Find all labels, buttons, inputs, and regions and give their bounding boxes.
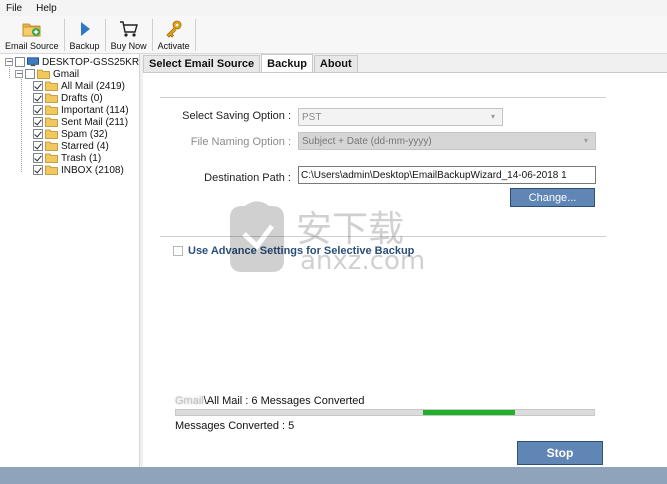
- folder-label: All Mail (2419): [61, 80, 125, 92]
- tree-root[interactable]: − DESKTOP-GSS25KR: [5, 56, 139, 68]
- activate-label: Activate: [157, 41, 190, 51]
- folder-label: Sent Mail (211): [61, 116, 129, 128]
- conversion-status: Gmail\All Mail : 6 Messages Converted: [175, 395, 365, 407]
- play-arrow-icon: [80, 22, 90, 36]
- activate-button[interactable]: Activate: [153, 16, 195, 54]
- shopping-cart-icon: [119, 21, 138, 37]
- saving-option-label: Select Saving Option :: [182, 110, 291, 122]
- folder-checkbox[interactable]: [33, 105, 43, 115]
- naming-option-select[interactable]: Subject + Date (dd-mm-yyyy) ▾: [298, 132, 596, 150]
- tree-folder[interactable]: Trash (1): [33, 152, 101, 164]
- advance-settings-label: Use Advance Settings for Selective Backu…: [188, 245, 415, 257]
- folder-label: Drafts (0): [61, 92, 103, 104]
- folder-label: Spam (32): [61, 128, 108, 140]
- folder-checkbox[interactable]: [33, 93, 43, 103]
- tree-account-gmail[interactable]: − Gmail: [15, 68, 79, 80]
- folder-add-icon: [22, 23, 41, 37]
- tree-folder[interactable]: Drafts (0): [33, 92, 103, 104]
- folder-checkbox[interactable]: [33, 165, 43, 175]
- tab-backup[interactable]: Backup: [261, 54, 313, 72]
- tree-folder[interactable]: Starred (4): [33, 140, 109, 152]
- folder-icon: [45, 93, 58, 103]
- buy-now-button[interactable]: Buy Now: [106, 16, 152, 54]
- divider: [160, 97, 606, 98]
- change-button[interactable]: Change...: [510, 188, 595, 207]
- tree-folder[interactable]: INBOX (2108): [33, 164, 124, 176]
- folder-icon: [45, 129, 58, 139]
- folder-icon: [45, 153, 58, 163]
- root-label: DESKTOP-GSS25KR: [42, 56, 140, 68]
- advance-settings-option[interactable]: Use Advance Settings for Selective Backu…: [173, 245, 414, 257]
- menu-help[interactable]: Help: [36, 3, 57, 14]
- folder-label: Important (114): [61, 104, 129, 116]
- buy-now-label: Buy Now: [110, 41, 147, 51]
- tab-select-email-source[interactable]: Select Email Source: [143, 55, 261, 72]
- tree-folder[interactable]: Sent Mail (211): [33, 116, 128, 128]
- naming-option-label: File Naming Option :: [190, 136, 291, 148]
- saving-option-value: PST: [302, 111, 322, 123]
- status-account: Gmail: [175, 395, 204, 407]
- status-bar: [0, 467, 667, 484]
- key-icon: [166, 20, 181, 38]
- folder-tree: − DESKTOP-GSS25KR − Gmail All Mail (2419…: [0, 54, 140, 467]
- toolbar: Email Source Backup Buy Now Activate: [0, 16, 667, 54]
- tab-bar: Select Email Source Backup About: [143, 54, 359, 72]
- menu-file[interactable]: File: [6, 3, 22, 14]
- advance-settings-checkbox[interactable]: [173, 246, 183, 256]
- folder-label: Trash (1): [61, 152, 102, 164]
- destination-label: Destination Path :: [204, 172, 291, 184]
- folder-checkbox[interactable]: [33, 153, 43, 163]
- saving-option-select[interactable]: PST ▾: [298, 108, 503, 126]
- stop-button[interactable]: Stop: [517, 441, 603, 465]
- account-checkbox[interactable]: [25, 69, 35, 79]
- folder-label: Starred (4): [61, 140, 109, 152]
- menu-bar: File Help: [0, 0, 667, 16]
- folder-icon: [45, 117, 58, 127]
- folder-icon: [45, 105, 58, 115]
- folder-icon: [45, 81, 58, 91]
- backup-button[interactable]: Backup: [65, 16, 105, 54]
- chevron-down-icon: ▾: [491, 112, 496, 121]
- folder-checkbox[interactable]: [33, 81, 43, 91]
- tree-folder[interactable]: All Mail (2419): [33, 80, 125, 92]
- collapse-icon[interactable]: −: [5, 58, 13, 66]
- naming-option-value: Subject + Date (dd-mm-yyyy): [302, 135, 432, 147]
- account-label: Gmail: [53, 68, 80, 80]
- status-text: \All Mail : 6 Messages Converted: [203, 395, 365, 407]
- backup-panel: Select Saving Option : PST ▾ File Naming…: [143, 72, 667, 467]
- email-source-label: Email Source: [5, 41, 59, 51]
- computer-icon: [27, 57, 39, 67]
- progress-fill: [422, 410, 515, 415]
- folder-label: INBOX (2108): [61, 164, 124, 176]
- folder-checkbox[interactable]: [33, 117, 43, 127]
- folder-icon: [37, 69, 50, 79]
- folder-checkbox[interactable]: [33, 141, 43, 151]
- tab-about[interactable]: About: [313, 55, 358, 72]
- tree-folder[interactable]: Important (114): [33, 104, 129, 116]
- divider: [160, 236, 606, 237]
- collapse-icon[interactable]: −: [15, 70, 23, 78]
- toolbar-separator: [194, 19, 196, 51]
- chevron-down-icon: ▾: [584, 136, 589, 145]
- email-source-button[interactable]: Email Source: [0, 16, 64, 54]
- destination-path-input[interactable]: C:\Users\admin\Desktop\EmailBackupWizard…: [298, 166, 596, 184]
- root-checkbox[interactable]: [15, 57, 25, 67]
- backup-label: Backup: [69, 41, 100, 51]
- progress-bar: [175, 409, 595, 416]
- tree-connector: [21, 76, 22, 172]
- folder-icon: [45, 165, 58, 175]
- tree-folder[interactable]: Spam (32): [33, 128, 108, 140]
- folder-icon: [45, 141, 58, 151]
- folder-checkbox[interactable]: [33, 129, 43, 139]
- messages-converted: Messages Converted : 5: [175, 420, 295, 432]
